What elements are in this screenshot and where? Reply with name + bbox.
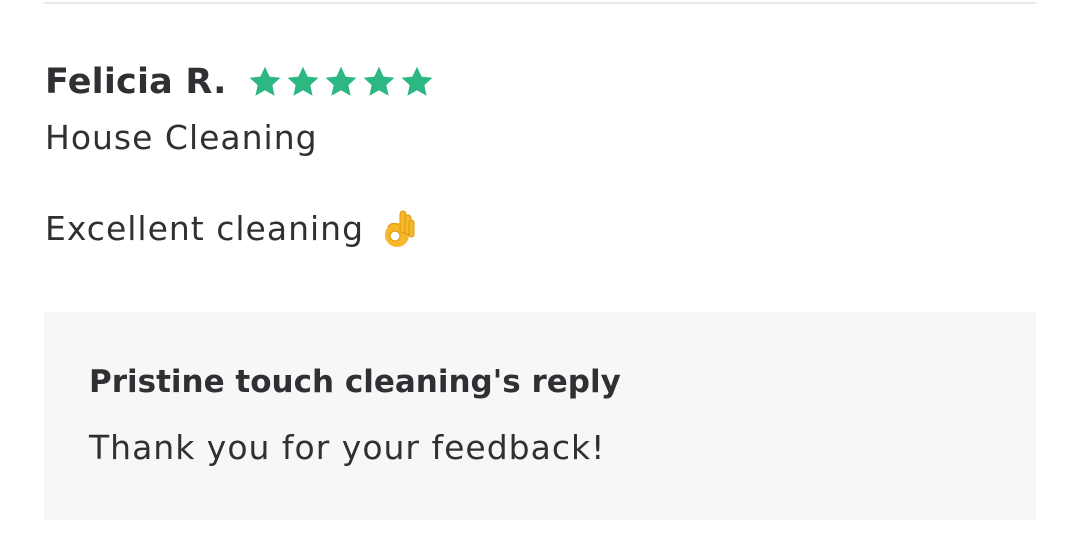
- business-reply: Pristine touch cleaning's reply Thank yo…: [44, 312, 1036, 520]
- star-icon: [287, 66, 319, 96]
- review-item: Felicia R. House Cleaning Excellent clea…: [45, 58, 1036, 249]
- star-rating: [247, 64, 435, 100]
- service-name: House Cleaning: [45, 118, 318, 157]
- review-text: Excellent cleaning: [45, 208, 365, 248]
- star-icon: [249, 66, 281, 96]
- ok-hand-icon: [385, 210, 415, 247]
- star-icon: [363, 66, 395, 96]
- star-icon: [325, 66, 357, 96]
- reply-title: Pristine touch cleaning's reply: [89, 364, 621, 400]
- star-icon: [401, 66, 433, 96]
- reviewer-name: Felicia R.: [45, 62, 227, 102]
- review-body: Excellent cleaning: [45, 207, 1036, 249]
- review-card: Felicia R. House Cleaning Excellent clea…: [0, 0, 1080, 556]
- divider: [44, 2, 1036, 4]
- reply-text: Thank you for your feedback!: [89, 428, 606, 467]
- review-header: Felicia R.: [45, 58, 1036, 106]
